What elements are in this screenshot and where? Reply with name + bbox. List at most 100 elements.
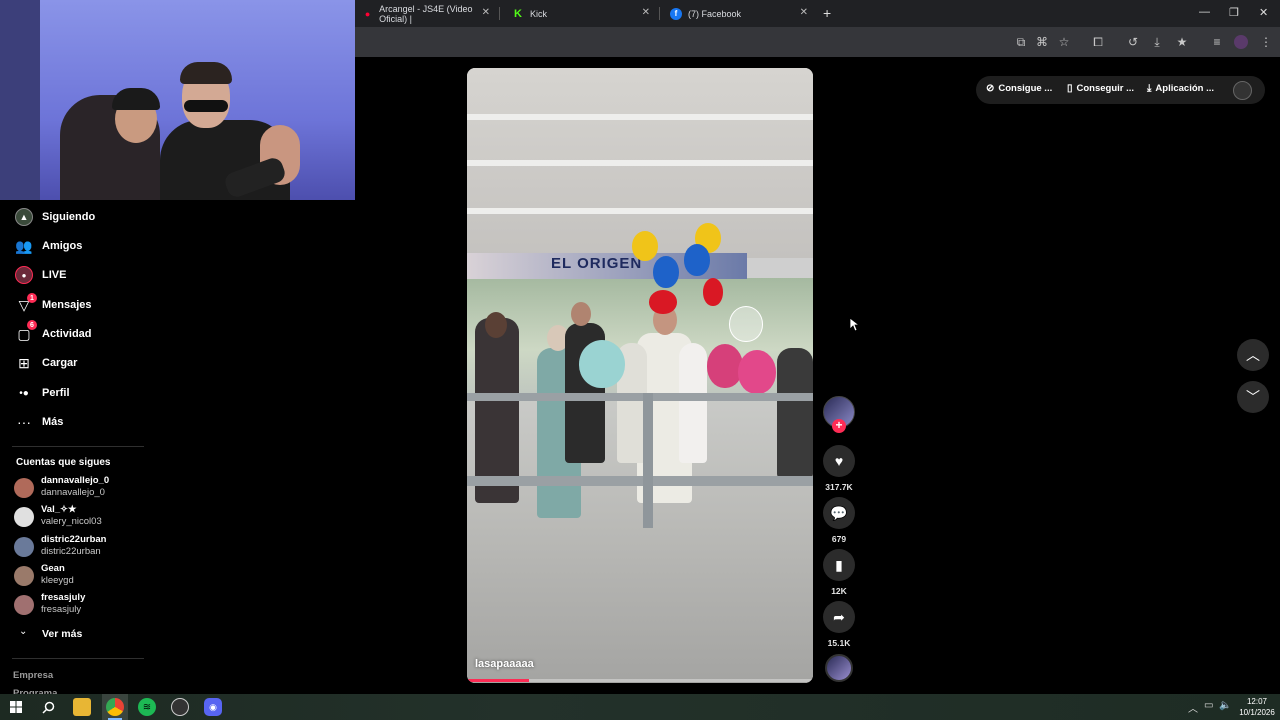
get-app-button[interactable]: ▯ Conseguir ... bbox=[1067, 83, 1134, 94]
footer-link-empresa[interactable]: Empresa bbox=[13, 670, 53, 681]
chrome-icon[interactable] bbox=[106, 698, 124, 716]
account-name: dannavallejo_0 bbox=[41, 475, 110, 486]
screen: ● Arcangel - JS4E (Video Oficial) | ✕ K … bbox=[0, 0, 1280, 720]
profile-avatar-icon[interactable] bbox=[1234, 35, 1248, 49]
sidebar-item-mas[interactable]: ··· Más bbox=[0, 409, 160, 435]
webcam-wall bbox=[0, 0, 40, 200]
get-app-label: Conseguir ... bbox=[1076, 83, 1135, 94]
user-avatar[interactable] bbox=[1233, 81, 1252, 100]
avatar bbox=[14, 595, 34, 615]
sidebar-item-cargar[interactable]: ⊞ Cargar bbox=[0, 350, 160, 376]
account-item[interactable]: distric22urban distric22urban bbox=[0, 533, 160, 561]
balloon bbox=[703, 278, 723, 306]
windows-start-icon[interactable] bbox=[7, 698, 25, 716]
minimize-icon[interactable]: — bbox=[1199, 6, 1210, 18]
balloon bbox=[649, 290, 677, 314]
obs-icon[interactable] bbox=[171, 698, 189, 716]
sidebar-item-label: Perfil bbox=[42, 387, 70, 399]
sidebar-item-label: Siguiendo bbox=[42, 211, 96, 223]
account-item[interactable]: Val_✧★ valery_nicol03 bbox=[0, 503, 160, 531]
download-app-icon: ⤓ bbox=[1147, 83, 1152, 94]
phone-icon: ▯ bbox=[1067, 83, 1073, 94]
balloon bbox=[738, 350, 776, 394]
balloon bbox=[684, 244, 710, 276]
person-head bbox=[485, 312, 507, 338]
sidebar-item-perfil[interactable]: •● Perfil bbox=[0, 380, 160, 406]
account-item[interactable]: Gean kleeygd bbox=[0, 562, 160, 590]
video-banner-text: EL ORIGEN bbox=[551, 255, 643, 272]
taskbar-clock[interactable]: 12:07 10/1/2026 bbox=[1234, 696, 1280, 718]
balloon bbox=[729, 306, 763, 342]
next-video-button[interactable]: ﹀ bbox=[1237, 381, 1269, 413]
account-name: fresasjuly bbox=[41, 592, 86, 603]
streamer-left-cap bbox=[112, 88, 160, 110]
extensions-icon[interactable]: ⧠ bbox=[1091, 35, 1105, 49]
close-window-icon[interactable]: ✕ bbox=[1259, 6, 1268, 19]
tab-facebook[interactable]: f (7) Facebook ✕ bbox=[660, 0, 816, 27]
sidebar-item-live[interactable]: ● LIVE bbox=[0, 262, 160, 288]
like-button[interactable]: ♥ bbox=[823, 445, 855, 477]
video-beam bbox=[467, 208, 813, 214]
sidebar: ▲ Siguiendo 👥 Amigos ● LIVE ▽ 1 Mensajes… bbox=[0, 200, 160, 694]
new-tab-button[interactable]: + bbox=[823, 5, 831, 21]
sidebar-item-mensajes[interactable]: ▽ 1 Mensajes bbox=[0, 292, 160, 318]
download-icon[interactable]: ⤓ bbox=[1150, 35, 1164, 49]
account-item[interactable]: dannavallejo_0 dannavallejo_0 bbox=[0, 474, 160, 502]
comment-button[interactable]: 💬 bbox=[823, 497, 855, 529]
cast-icon[interactable]: ⧉ bbox=[1014, 35, 1028, 49]
translate-icon[interactable]: ⌘ bbox=[1035, 35, 1049, 49]
discord-icon[interactable]: ◉ bbox=[204, 698, 222, 716]
favorites-icon[interactable]: ★ bbox=[1175, 35, 1189, 49]
youtube-icon: ● bbox=[364, 8, 371, 19]
bookmark-icon: ▮ bbox=[835, 556, 843, 573]
sunglasses bbox=[184, 100, 228, 112]
reading-list-icon[interactable]: ≡ bbox=[1210, 35, 1224, 49]
sidebar-divider bbox=[12, 658, 144, 659]
see-more-button[interactable]: ⌄ Ver más bbox=[0, 624, 160, 644]
menu-dots-icon[interactable]: ⋮ bbox=[1259, 35, 1273, 49]
railing-post bbox=[643, 393, 653, 528]
account-handle: valery_nicol03 bbox=[41, 516, 102, 527]
close-tab-icon[interactable]: ✕ bbox=[482, 7, 490, 18]
account-handle: fresasjuly bbox=[41, 604, 82, 615]
balloon bbox=[579, 340, 625, 388]
search-icon[interactable] bbox=[39, 698, 57, 716]
desktop-app-button[interactable]: ⤓ Aplicación ... bbox=[1147, 83, 1214, 94]
volume-icon[interactable]: 🔈 bbox=[1219, 700, 1231, 711]
video-player[interactable]: EL ORIGEN lasapaaaaa bbox=[467, 68, 813, 683]
music-disc[interactable] bbox=[825, 654, 853, 682]
comment-icon: 💬 bbox=[830, 504, 848, 521]
share-button[interactable]: ➦ bbox=[823, 601, 855, 633]
tab-kick[interactable]: K Kick ✕ bbox=[502, 0, 658, 27]
video-beam bbox=[467, 160, 813, 166]
person bbox=[777, 348, 813, 478]
close-tab-icon[interactable]: ✕ bbox=[642, 7, 650, 18]
friends-icon: 👥 bbox=[15, 237, 33, 254]
sidebar-item-siguiendo[interactable]: ▲ Siguiendo bbox=[0, 204, 160, 230]
close-tab-icon[interactable]: ✕ bbox=[800, 7, 808, 18]
follow-plus-icon[interactable]: + bbox=[832, 419, 846, 433]
tab-youtube[interactable]: ● Arcangel - JS4E (Video Oficial) | ✕ bbox=[352, 0, 498, 27]
account-name: Val_✧★ bbox=[41, 504, 77, 515]
bookmark-star-icon[interactable]: ☆ bbox=[1057, 35, 1071, 49]
file-explorer-icon[interactable] bbox=[73, 698, 91, 716]
spotify-icon[interactable]: ≋ bbox=[138, 698, 156, 716]
railing bbox=[467, 393, 813, 401]
account-handle: distric22urban bbox=[41, 546, 101, 557]
messages-badge: 1 bbox=[27, 293, 37, 303]
account-item[interactable]: fresasjuly fresasjuly bbox=[0, 591, 160, 619]
history-icon[interactable]: ↺ bbox=[1126, 35, 1140, 49]
chevron-down-icon: ﹀ bbox=[1246, 389, 1260, 405]
tray-chevron-up-icon[interactable]: ︿ bbox=[1188, 700, 1198, 715]
chevron-down-icon: ⌄ bbox=[19, 626, 28, 637]
previous-video-button[interactable]: ︿ bbox=[1237, 339, 1269, 371]
sidebar-item-actividad[interactable]: ▢ 6 Actividad bbox=[0, 320, 160, 347]
video-caption[interactable]: lasapaaaaa bbox=[475, 658, 534, 670]
tab-title: (7) Facebook bbox=[688, 8, 742, 19]
save-button[interactable]: ▮ bbox=[823, 549, 855, 581]
get-coins-button[interactable]: ⊘ Consigue ... bbox=[986, 83, 1052, 94]
network-icon[interactable]: ▭ bbox=[1204, 700, 1213, 711]
restore-icon[interactable]: ❐ bbox=[1229, 6, 1239, 19]
windows-taskbar bbox=[0, 694, 1280, 720]
sidebar-item-amigos[interactable]: 👥 Amigos bbox=[0, 233, 160, 259]
